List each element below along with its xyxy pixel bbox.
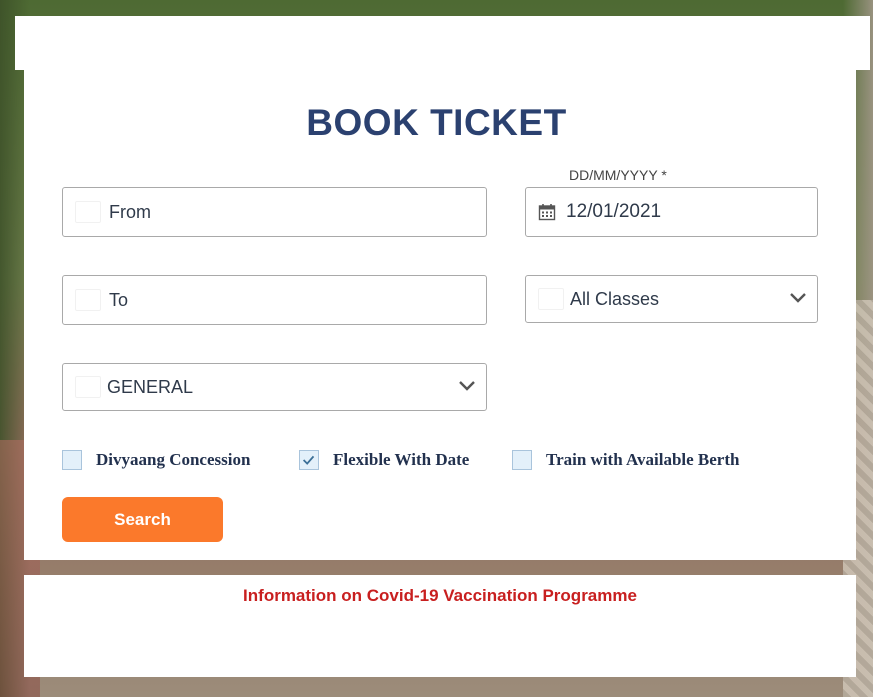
divyaang-concession-checkbox[interactable]: [62, 450, 82, 470]
from-placeholder: From: [109, 201, 151, 222]
date-format-label: DD/MM/YYYY *: [569, 167, 667, 183]
chevron-down-icon: [790, 293, 806, 303]
page-title: BOOK TICKET: [306, 102, 567, 143]
class-selected-value: All Classes: [570, 288, 660, 309]
checkmark-icon: [302, 455, 315, 465]
journey-date-input[interactable]: 12/01/2021: [525, 187, 818, 237]
to-station-input[interactable]: To: [62, 275, 487, 325]
from-station-input[interactable]: From: [62, 187, 487, 237]
flexible-date-label[interactable]: Flexible With Date: [333, 450, 469, 470]
covid-info-link[interactable]: Information on Covid-19 Vaccination Prog…: [0, 586, 873, 606]
quota-select[interactable]: GENERAL: [62, 363, 487, 411]
class-select[interactable]: All Classes: [525, 275, 818, 323]
search-button[interactable]: Search: [62, 497, 223, 542]
station-icon: [75, 289, 101, 311]
chevron-down-icon: [459, 381, 475, 391]
station-icon: [75, 201, 101, 223]
date-value: 12/01/2021: [566, 201, 662, 222]
top-banner: [15, 16, 870, 70]
to-placeholder: To: [109, 289, 129, 310]
available-berth-checkbox[interactable]: [512, 450, 532, 470]
quota-icon: [75, 376, 101, 398]
quota-selected-value: GENERAL: [107, 376, 194, 397]
class-icon: [538, 288, 564, 310]
calendar-icon: [538, 204, 556, 221]
flexible-date-checkbox[interactable]: [299, 450, 319, 470]
divyaang-concession-label[interactable]: Divyaang Concession: [96, 450, 250, 470]
available-berth-label[interactable]: Train with Available Berth: [546, 450, 739, 470]
